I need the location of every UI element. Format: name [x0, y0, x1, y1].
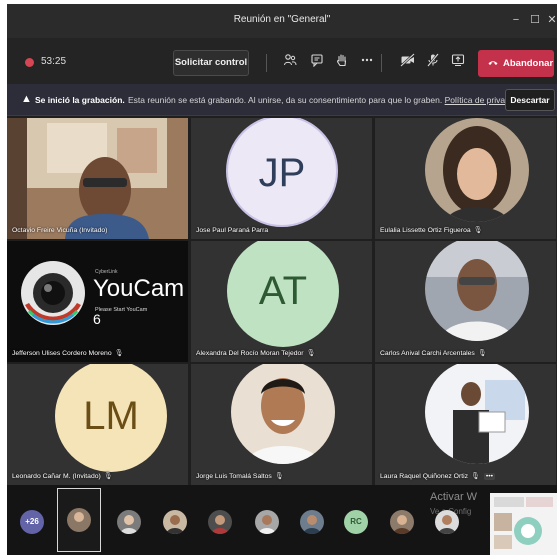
avatar-carlos — [425, 241, 529, 341]
strip-avatar-rc[interactable]: RC — [344, 510, 368, 534]
participant-name: Laura Raquel Quiñonez Ortiz 🎙 ••• — [380, 473, 496, 480]
warning-icon: ▲ — [21, 93, 32, 105]
phone-icon — [488, 50, 498, 77]
title-bar: Reunión en "General" − ☐ ✕ — [7, 4, 557, 38]
mic-muted-icon: 🎙 — [274, 473, 284, 480]
self-view-thumbnail[interactable] — [57, 488, 101, 552]
youcam-lens-icon — [21, 261, 85, 325]
mic-muted-icon: 🎙 — [114, 350, 124, 357]
toolbar-divider-2 — [381, 54, 382, 72]
close-button[interactable]: ✕ — [543, 11, 557, 29]
leave-label: Abandonar — [503, 58, 554, 69]
strip-avatar[interactable] — [117, 510, 141, 534]
shared-content-thumbnail[interactable] — [490, 493, 557, 555]
raise-hand-icon[interactable] — [332, 53, 352, 73]
participant-name: Eulalia Lissette Ortiz Figueroa 🎙 — [380, 227, 483, 234]
leave-button[interactable]: Abandonar — [478, 50, 554, 77]
octavio-video-feed — [7, 118, 188, 239]
windows-activation-watermark: Activar W — [430, 491, 478, 503]
toolbar-divider — [266, 54, 267, 72]
mic-muted-icon: 🎙 — [471, 473, 480, 480]
strip-avatar[interactable] — [163, 510, 187, 534]
participant-name: Alexandra Del Rocío Moran Tejedor 🎙 — [196, 350, 316, 357]
avatar-eulalia — [425, 118, 529, 222]
participant-name: Leonardo Cañar M. (Invitado) 🎙 — [12, 473, 113, 480]
youcam-subtitle: Please Start YouCam — [95, 307, 148, 313]
mic-muted-icon: 🎙 — [103, 473, 113, 480]
participant-tile-octavio[interactable]: Octavio Freire Vicuña (Invitado) — [7, 118, 188, 239]
participant-name: Octavio Freire Vicuña (Invitado) — [12, 227, 108, 234]
participant-tile-jorge[interactable]: Jorge Luis Tomalá Saltos 🎙 — [191, 364, 372, 485]
mic-muted-icon: 🎙 — [473, 227, 483, 234]
strip-avatar[interactable] — [300, 510, 324, 534]
avatar-at: AT — [227, 241, 339, 347]
avatar-jp: JP — [226, 118, 338, 227]
strip-avatar[interactable] — [208, 510, 232, 534]
chat-icon[interactable] — [307, 53, 327, 73]
window-title: Reunión en "General" — [233, 14, 331, 25]
maximize-button[interactable]: ☐ — [526, 11, 544, 29]
share-screen-icon[interactable] — [448, 53, 468, 73]
participant-name: Carlos Anival Carchi Arcentales 🎙 — [380, 350, 487, 357]
recording-icon — [25, 58, 34, 67]
participant-strip: +26 RC Activar W Ve a Config — [7, 485, 557, 555]
banner-message-text: Esta reunión se está grabando. Al unirse… — [128, 95, 443, 105]
request-control-button[interactable]: Solicitar control — [173, 50, 249, 76]
more-participants-badge[interactable]: +26 — [20, 510, 44, 534]
participant-tile-laura[interactable]: Laura Raquel Quiñonez Ortiz 🎙 ••• — [375, 364, 556, 485]
meeting-timer: 53:25 — [41, 56, 67, 67]
strip-avatar[interactable] — [435, 510, 459, 534]
more-options-icon[interactable] — [357, 53, 377, 73]
participant-name: Jorge Luis Tomalá Saltos 🎙 — [196, 473, 284, 480]
minimize-button[interactable]: − — [507, 11, 525, 29]
banner-message: Esta reunión se está grabando. Al unirse… — [128, 95, 525, 105]
teams-meeting-window: Reunión en "General" − ☐ ✕ 53:25 Solicit… — [7, 4, 557, 555]
mic-muted-icon: 🎙 — [477, 350, 487, 357]
youcam-title: YouCam 6 — [93, 275, 185, 327]
dismiss-button[interactable]: Descartar — [505, 89, 555, 111]
avatar-laura — [425, 364, 529, 464]
participant-tile-eulalia[interactable]: Eulalia Lissette Ortiz Figueroa 🎙 — [375, 118, 556, 239]
recording-banner: ▲ Se inició la grabación. Esta reunión s… — [7, 84, 557, 116]
participant-tile-lm[interactable]: LM Leonardo Cañar M. (Invitado) 🎙 — [7, 364, 188, 485]
participants-icon[interactable] — [280, 53, 300, 73]
camera-off-icon[interactable] — [398, 53, 418, 73]
participant-name: Jefferson Ulises Cordero Moreno 🎙 — [12, 350, 124, 357]
avatar-jorge — [231, 364, 335, 464]
strip-avatar[interactable] — [255, 510, 279, 534]
banner-title: Se inició la grabación. — [35, 95, 125, 105]
mic-off-icon[interactable] — [423, 53, 443, 73]
strip-avatar[interactable] — [390, 510, 414, 534]
participant-tile-jp[interactable]: JP Jose Paul Paraná Parra — [191, 118, 372, 239]
tile-more-icon[interactable]: ••• — [483, 473, 496, 480]
participant-tile-at[interactable]: AT Alexandra Del Rocío Moran Tejedor 🎙 — [191, 241, 372, 362]
participant-name: Jose Paul Paraná Parra — [196, 227, 269, 234]
participants-grid: Octavio Freire Vicuña (Invitado) JP Jose… — [7, 118, 557, 485]
mic-muted-icon: 🎙 — [306, 350, 316, 357]
participant-tile-carlos[interactable]: Carlos Anival Carchi Arcentales 🎙 — [375, 241, 556, 362]
meeting-toolbar: 53:25 Solicitar control Abandonar — [7, 38, 557, 84]
participant-tile-jefferson[interactable]: CyberLink YouCam 6 Please Start YouCam J… — [7, 241, 188, 362]
avatar-lm: LM — [55, 364, 167, 472]
